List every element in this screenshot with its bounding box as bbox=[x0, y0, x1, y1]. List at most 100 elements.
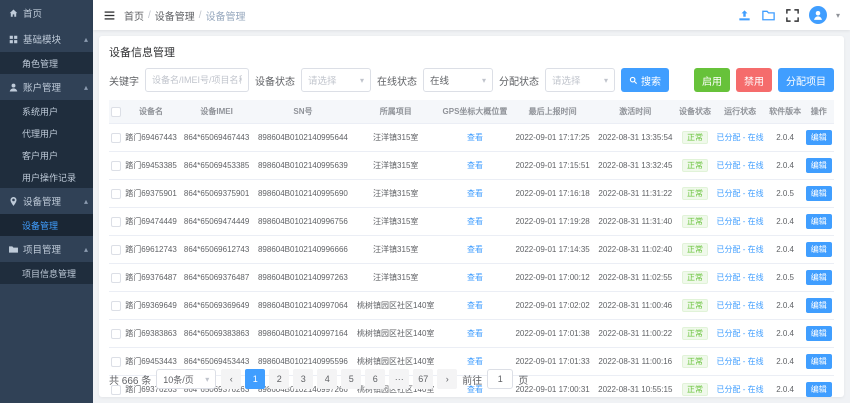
sidebar-group-label: 设备管理 bbox=[23, 197, 62, 208]
row-checkbox[interactable] bbox=[110, 328, 121, 339]
pager-page-6[interactable]: 6 bbox=[365, 369, 386, 389]
sidebar-item-customer-users[interactable]: 客户用户 bbox=[0, 144, 93, 166]
gps-view-link[interactable]: 查看 bbox=[467, 217, 483, 226]
edit-button[interactable]: 编辑 bbox=[805, 130, 832, 145]
avatar[interactable] bbox=[808, 6, 827, 24]
edit-button[interactable]: 编辑 bbox=[805, 298, 832, 313]
folder-icon[interactable] bbox=[761, 8, 776, 23]
cell-sn: 898604B0102140997164 bbox=[253, 319, 353, 348]
cell-sn: 898604B0102140996666 bbox=[253, 235, 353, 264]
sidebar-group-account-management[interactable]: 账户管理 bbox=[0, 74, 93, 100]
row-checkbox[interactable] bbox=[110, 356, 121, 367]
cell-version: 2.0.5 bbox=[766, 179, 804, 208]
disable-button[interactable]: 禁用 bbox=[736, 68, 772, 92]
enable-button[interactable]: 启用 bbox=[694, 68, 730, 92]
edit-button[interactable]: 编辑 bbox=[805, 326, 832, 341]
edit-button[interactable]: 编辑 bbox=[805, 270, 832, 285]
sidebar-item-home[interactable]: 首页 bbox=[0, 0, 93, 26]
cell-device-name: 踏门69375901 bbox=[122, 179, 181, 208]
sidebar-group-label: 账户管理 bbox=[23, 83, 62, 94]
fullscreen-icon[interactable] bbox=[785, 8, 800, 23]
chevron-down-icon bbox=[360, 76, 364, 85]
gps-view-link[interactable]: 查看 bbox=[467, 329, 483, 338]
gps-view-link[interactable]: 查看 bbox=[467, 301, 483, 310]
sidebar-item-user-operation-log[interactable]: 用户操作记录 bbox=[0, 166, 93, 188]
goto-page-input[interactable] bbox=[487, 369, 514, 389]
chevron-down-icon[interactable] bbox=[836, 11, 840, 20]
row-checkbox[interactable] bbox=[110, 272, 121, 283]
assign-project-button[interactable]: 分配项目 bbox=[778, 68, 834, 92]
cell-run-status: 已分配 - 在线 bbox=[713, 263, 767, 292]
cell-sn: 898604B0102140995644 bbox=[253, 123, 353, 152]
sidebar-group-device-management[interactable]: 设备管理 bbox=[0, 188, 93, 214]
sidebar-item-project-info-management[interactable]: 项目信息管理 bbox=[0, 262, 93, 284]
pager-page-1[interactable]: 1 bbox=[245, 369, 266, 389]
pager-page-2[interactable]: 2 bbox=[269, 369, 290, 389]
page-size-select[interactable]: 10条/页 bbox=[156, 369, 217, 389]
sidebar-item-agent-users[interactable]: 代理用户 bbox=[0, 122, 93, 144]
gps-view-link[interactable]: 查看 bbox=[467, 161, 483, 170]
cell-run-status: 已分配 - 在线 bbox=[713, 207, 767, 236]
cell-sn: 898604B0102140997263 bbox=[253, 263, 353, 292]
submenu-device-management: 设备管理 bbox=[0, 214, 93, 236]
assign-status-label: 分配状态 bbox=[499, 76, 539, 88]
cell-project: 汪洋镇315室 bbox=[352, 151, 439, 180]
edit-button[interactable]: 编辑 bbox=[805, 214, 832, 229]
row-checkbox[interactable] bbox=[110, 132, 121, 143]
cell-activated: 2022-08-31 13:32:45 bbox=[593, 151, 677, 180]
gps-view-link[interactable]: 查看 bbox=[467, 133, 483, 142]
pager-page-67[interactable]: 67 bbox=[413, 369, 434, 389]
cell-device-name: 踏门69612743 bbox=[122, 235, 181, 264]
pager-prev-button[interactable]: ‹ bbox=[221, 369, 242, 389]
upload-icon[interactable] bbox=[737, 8, 752, 23]
cell-run-status: 已分配 - 在线 bbox=[713, 123, 767, 152]
breadcrumb-separator: / bbox=[198, 9, 202, 21]
cell-version: 2.0.4 bbox=[766, 123, 804, 152]
sidebar-group-project-management[interactable]: 项目管理 bbox=[0, 236, 93, 262]
gps-view-link[interactable]: 查看 bbox=[467, 357, 483, 366]
breadcrumb-item[interactable]: 首页 bbox=[124, 8, 144, 23]
table-row: 踏门69376487 864*65069376487 898604B010214… bbox=[109, 263, 834, 292]
submenu-account-management: 系统用户 代理用户 客户用户 用户操作记录 bbox=[0, 100, 93, 188]
cell-imei: 864*65069467443 bbox=[180, 123, 254, 152]
sidebar-item-system-users[interactable]: 系统用户 bbox=[0, 100, 93, 122]
gps-view-link[interactable]: 查看 bbox=[467, 189, 483, 198]
row-checkbox[interactable] bbox=[110, 244, 121, 255]
row-checkbox[interactable] bbox=[110, 188, 121, 199]
breadcrumb-item[interactable]: 设备管理 bbox=[155, 8, 195, 23]
select-all-checkbox[interactable] bbox=[110, 106, 121, 117]
cell-last-report: 2022-09-01 17:02:02 bbox=[511, 291, 594, 320]
edit-button[interactable]: 编辑 bbox=[805, 186, 832, 201]
chevron-up-icon bbox=[84, 83, 88, 92]
edit-button[interactable]: 编辑 bbox=[805, 354, 832, 369]
assign-status-select[interactable]: 请选择 bbox=[545, 68, 615, 92]
cell-sn: 898604B0102140995690 bbox=[253, 179, 353, 208]
online-status-select[interactable]: 在线 bbox=[423, 68, 493, 92]
pager-ellipsis[interactable]: ··· bbox=[389, 369, 410, 389]
gps-view-link[interactable]: 查看 bbox=[467, 245, 483, 254]
sidebar-item-role-management[interactable]: 角色管理 bbox=[0, 52, 93, 74]
edit-button[interactable]: 编辑 bbox=[805, 242, 832, 257]
sidebar-group-basic-modules[interactable]: 基础模块 bbox=[0, 26, 93, 52]
pager-page-3[interactable]: 3 bbox=[293, 369, 314, 389]
pager-page-5[interactable]: 5 bbox=[341, 369, 362, 389]
row-checkbox[interactable] bbox=[110, 216, 121, 227]
edit-button[interactable]: 编辑 bbox=[805, 158, 832, 173]
cell-sn: 898604B0102140997064 bbox=[253, 291, 353, 320]
gps-view-link[interactable]: 查看 bbox=[467, 273, 483, 282]
hamburger-icon[interactable] bbox=[103, 9, 116, 22]
col-device-name: 设备名 bbox=[122, 100, 181, 124]
folder-icon bbox=[8, 244, 19, 255]
sidebar-item-device-management[interactable]: 设备管理 bbox=[0, 214, 93, 236]
pager-next-button[interactable]: › bbox=[437, 369, 458, 389]
table-row: 踏门69453385 864*65069453385 898604B010214… bbox=[109, 151, 834, 180]
chevron-up-icon bbox=[84, 245, 88, 254]
search-button[interactable]: 搜索 bbox=[621, 68, 669, 92]
row-checkbox[interactable] bbox=[110, 300, 121, 311]
device-status-tag: 正常 bbox=[682, 158, 709, 173]
device-status-select[interactable]: 请选择 bbox=[301, 68, 371, 92]
pager-page-4[interactable]: 4 bbox=[317, 369, 338, 389]
row-checkbox[interactable] bbox=[110, 160, 121, 171]
search-icon bbox=[629, 76, 638, 85]
keyword-input[interactable] bbox=[145, 68, 249, 92]
